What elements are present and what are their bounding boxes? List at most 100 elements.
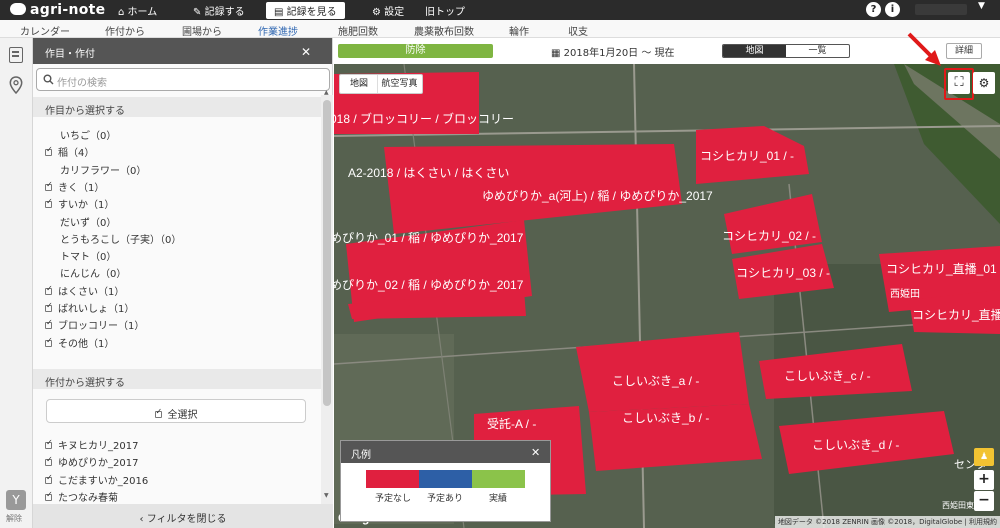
crop-item[interactable]: カリフラワー（0） — [45, 162, 146, 177]
crop-item[interactable]: にんじん（0） — [45, 265, 126, 280]
field-label: コシヒカリ_03 / - — [736, 266, 830, 280]
filter-icon[interactable]: Y — [6, 490, 26, 510]
planting-item[interactable]: キヌヒカリ_2017 — [45, 437, 138, 452]
map-settings-gear-icon[interactable]: ⚙ — [973, 72, 995, 94]
crop-item[interactable]: すいか（1） — [45, 196, 114, 211]
checkbox-icon[interactable] — [45, 318, 53, 330]
crop-item[interactable]: トマト（0） — [45, 248, 116, 263]
tab-pesticide-count[interactable]: 農薬散布回数 — [414, 23, 474, 38]
crop-label: はくさい（1） — [58, 286, 125, 298]
home-icon: ⌂ — [118, 7, 125, 18]
red-arrow-annotation — [905, 30, 945, 73]
planting-search-input[interactable]: 作付の検索 — [36, 68, 330, 91]
legend-swatch-unscheduled — [366, 470, 419, 488]
tab-income-expense[interactable]: 収支 — [568, 23, 588, 38]
map-type-aerial-button[interactable]: 航空写真 — [377, 75, 421, 93]
legend-close-icon[interactable]: ✕ — [531, 446, 540, 459]
crop-label: いちご（0） — [60, 131, 117, 142]
zoom-in-icon[interactable]: + — [974, 470, 994, 490]
crop-label: トマト（0） — [60, 252, 117, 264]
planting-item[interactable]: こだますいか_2016 — [45, 472, 148, 487]
checkbox-icon[interactable] — [45, 145, 53, 157]
checkbox-icon[interactable] — [45, 284, 53, 295]
chevron-down-icon[interactable]: ▼ — [978, 1, 985, 11]
checkbox-icon[interactable] — [45, 336, 53, 347]
search-icon — [43, 74, 54, 85]
checkbox-icon[interactable] — [45, 455, 53, 467]
street-view-pegman-icon[interactable]: ♟ — [974, 448, 994, 466]
map-area[interactable]: 018 / ブロッコリー / ブロッコリー A2-2018 / はくさい / は… — [334, 64, 1000, 528]
crop-item[interactable]: 稲（4） — [45, 144, 94, 159]
select-all-button[interactable]: 全選択 — [46, 399, 306, 423]
scrollbar-thumb[interactable] — [323, 100, 331, 406]
info-icon[interactable]: i — [885, 2, 900, 17]
tab-bar: カレンダー 作付から 圃場から 作業進捗 施肥回数 農薬散布回数 輪作 収支 — [0, 20, 1000, 41]
map-attribution[interactable]: 地図データ ©2018 ZENRIN 画像 ©2018，DigitalGlobe… — [774, 516, 1000, 528]
view-record-link[interactable]: ▤ 記録を見る — [266, 2, 345, 19]
calendar-icon: ▦ — [551, 48, 561, 59]
planting-item[interactable]: ゆめぴりか_2017 — [45, 454, 138, 469]
crop-item[interactable]: だいず（0） — [45, 214, 116, 229]
crop-item[interactable]: きく（1） — [45, 179, 104, 194]
checkbox-icon[interactable] — [45, 438, 53, 449]
tab-rotation[interactable]: 輪作 — [509, 23, 529, 38]
tab-calendar[interactable]: カレンダー — [20, 23, 70, 38]
detail-button[interactable]: 詳細 — [946, 43, 982, 59]
crop-item[interactable]: その他（1） — [45, 335, 114, 350]
crop-item[interactable]: ばれいしょ（1） — [45, 300, 134, 315]
field-label: 受託-A / - — [487, 416, 536, 431]
list-view-button[interactable]: 一覧 — [786, 45, 849, 57]
list-icon[interactable] — [9, 47, 23, 63]
planting-item[interactable]: たつなみ春菊 — [45, 489, 118, 504]
crop-label: にんじん（0） — [60, 269, 127, 281]
checkbox-icon[interactable] — [45, 180, 53, 191]
date-range[interactable]: ▦ 2018年1月20日 〜 現在 — [551, 44, 675, 59]
book-icon: ▤ — [274, 7, 284, 18]
map-type-map-button[interactable]: 地図 — [341, 75, 377, 93]
crop-item[interactable]: はくさい（1） — [45, 283, 124, 298]
crop-label: すいか（1） — [58, 200, 115, 212]
app-logo[interactable]: agri-note — [10, 2, 105, 18]
checkbox-icon[interactable] — [45, 197, 53, 209]
checkbox-icon[interactable] — [45, 473, 53, 484]
field-label: コシヒカリ_直播 — [912, 308, 1000, 322]
status-badge[interactable]: 防除 — [338, 44, 493, 58]
chevron-left-icon: ‹ — [139, 514, 144, 525]
tab-fertilizer-count[interactable]: 施肥回数 — [338, 23, 378, 38]
field-label: めぴりか_01 / 稲 / ゆめぴりか_2017 — [334, 231, 524, 245]
crop-label: きく（1） — [58, 182, 105, 194]
tab-by-planting[interactable]: 作付から — [105, 23, 145, 38]
checkbox-icon[interactable] — [45, 490, 53, 501]
map-pin-icon[interactable] — [9, 76, 23, 94]
legacy-top-link[interactable]: 旧トップ — [425, 3, 465, 18]
legend-box: 凡例 ✕ 予定なし 予定あり 実績 — [340, 440, 551, 522]
frog-logo-icon — [10, 3, 26, 15]
crop-item[interactable]: いちご（0） — [45, 127, 116, 142]
release-filter-label[interactable]: 解除 — [6, 513, 22, 524]
legend-label: 実績 — [489, 494, 508, 504]
map-type-switch: 地図 航空写真 — [339, 74, 423, 94]
plantings-section-title: 作付から選択する — [33, 369, 321, 389]
user-name-blurred[interactable] — [915, 4, 967, 15]
map-view-button[interactable]: 地図 — [723, 45, 786, 57]
crop-item[interactable]: ブロッコリー（1） — [45, 317, 144, 332]
fullscreen-icon[interactable]: ⛶ — [948, 72, 970, 94]
crop-label: その他（1） — [58, 338, 115, 350]
panel-scrollbar[interactable]: ▲ ▼ — [321, 89, 333, 504]
settings-link[interactable]: ⚙ 設定 — [372, 3, 404, 18]
checkbox-icon[interactable] — [45, 301, 53, 312]
zoom-out-icon[interactable]: − — [974, 491, 994, 511]
scroll-up-icon[interactable]: ▲ — [324, 89, 329, 96]
tab-by-field[interactable]: 圃場から — [182, 23, 222, 38]
scroll-down-icon[interactable]: ▼ — [324, 492, 329, 499]
planting-label: ゆめぴりか_2017 — [58, 458, 139, 470]
map-toolbar: 防除 ▦ 2018年1月20日 〜 現在 地図 一覧 詳細 — [334, 38, 1000, 64]
close-icon[interactable]: ✕ — [301, 45, 311, 59]
help-icon[interactable]: ? — [866, 2, 881, 17]
crop-label: とうもろこし（子実）（0） — [60, 234, 182, 246]
field-label: 018 / ブロッコリー / ブロッコリー — [334, 111, 514, 126]
record-link[interactable]: ✎ 記録する — [193, 3, 245, 18]
home-link[interactable]: ⌂ ホーム — [118, 3, 157, 18]
close-filter-button[interactable]: ‹ フィルタを閉じる — [33, 504, 333, 528]
crop-item[interactable]: とうもろこし（子実）（0） — [45, 231, 181, 246]
